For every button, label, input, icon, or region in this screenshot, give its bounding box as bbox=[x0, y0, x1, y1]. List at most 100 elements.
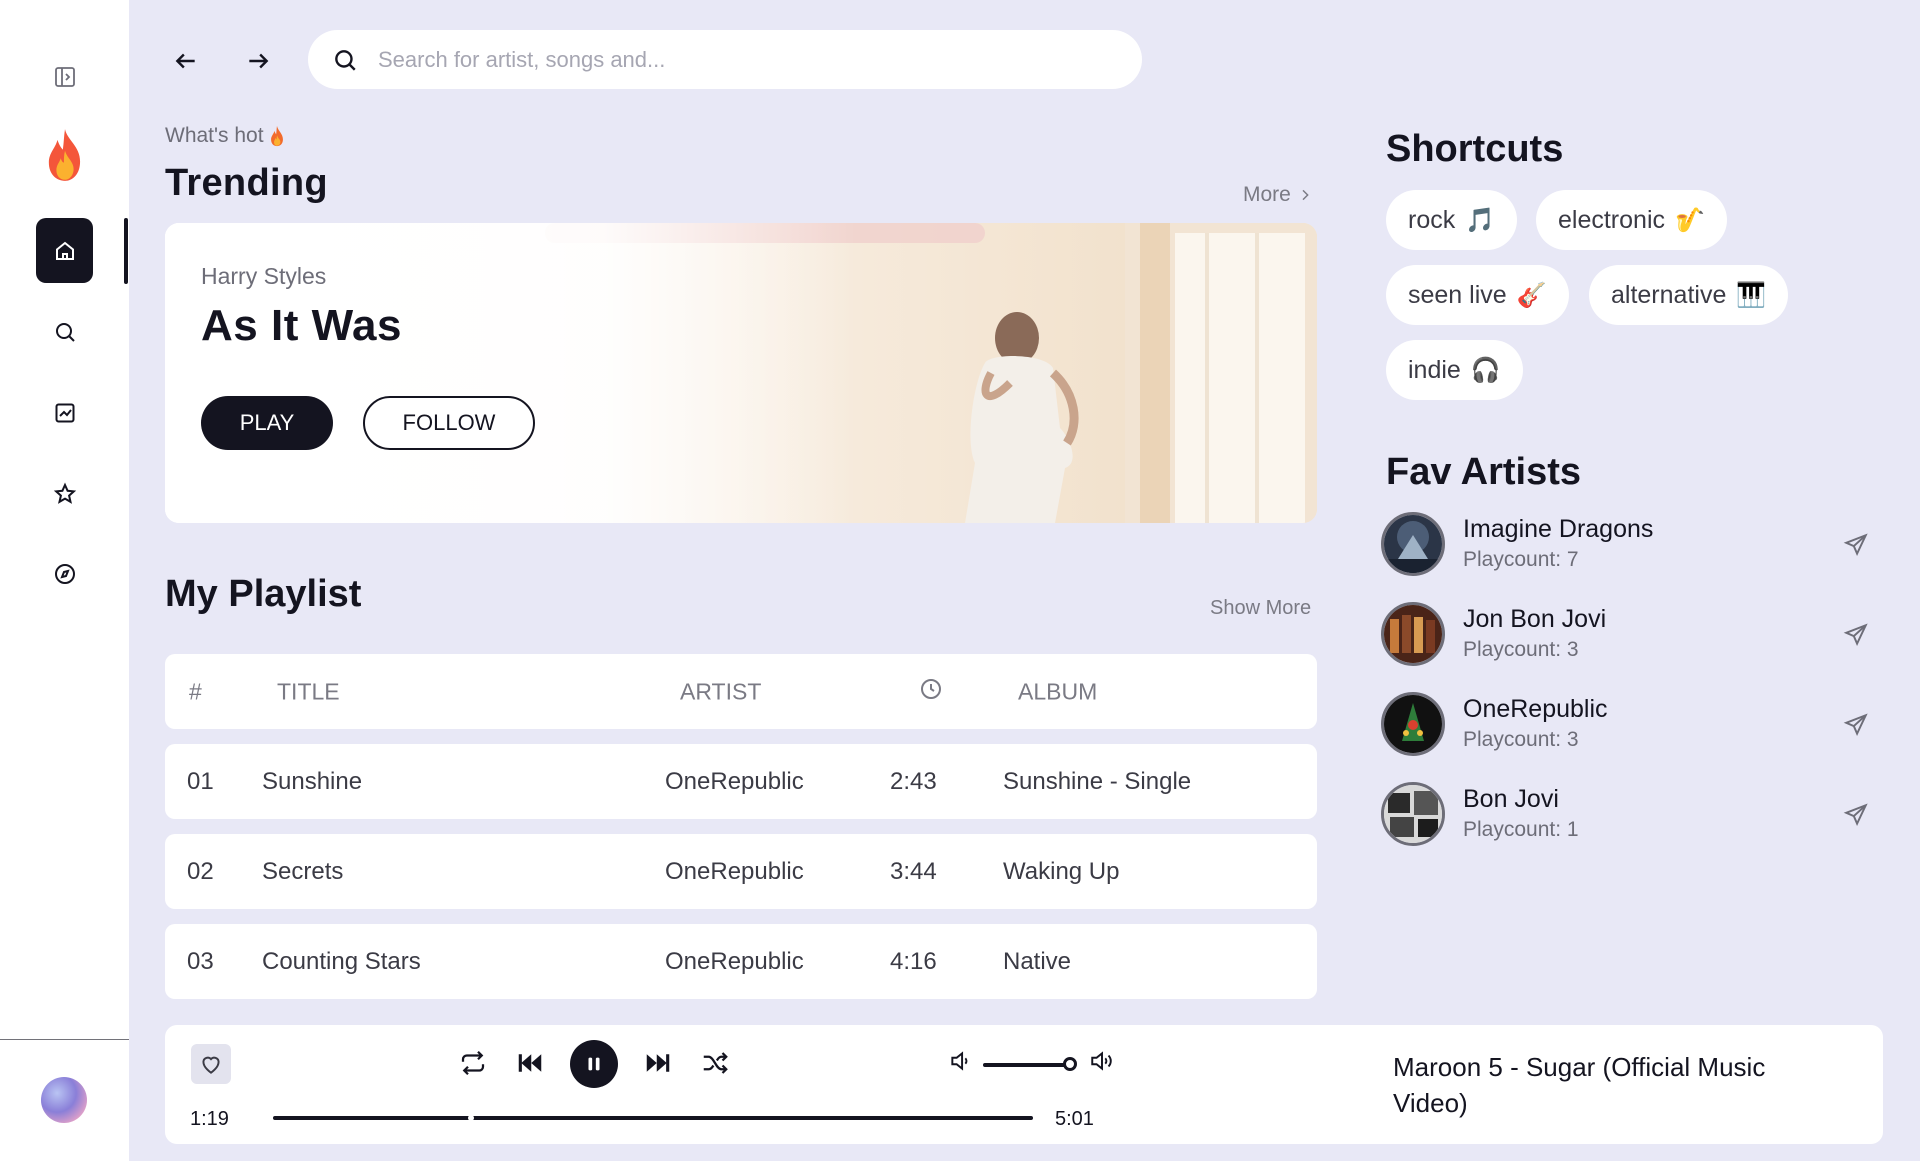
total-time: 5:01 bbox=[1055, 1108, 1094, 1130]
pause-icon bbox=[588, 1057, 600, 1071]
track-index: 01 bbox=[187, 767, 214, 795]
shortcut-chip-electronic[interactable]: electronic 🎷 bbox=[1536, 190, 1727, 250]
artist-avatar bbox=[1381, 782, 1445, 846]
table-row[interactable]: 02 Secrets OneRepublic 3:44 Waking Up bbox=[165, 834, 1317, 909]
volume-slider-track[interactable] bbox=[983, 1063, 1075, 1067]
player-bar: 1:19 5:01 Maroon 5 - Sugar (Official Mus… bbox=[165, 1025, 1883, 1144]
track-artist: OneRepublic bbox=[665, 947, 804, 975]
nav-search[interactable] bbox=[36, 299, 93, 364]
previous-button[interactable] bbox=[515, 1048, 545, 1078]
track-artist: OneRepublic bbox=[665, 857, 804, 885]
next-button[interactable] bbox=[643, 1048, 673, 1078]
track-title: Sunshine bbox=[262, 767, 363, 795]
piano-icon: 🎹 bbox=[1736, 281, 1767, 309]
send-icon[interactable] bbox=[1843, 712, 1869, 738]
send-icon[interactable] bbox=[1843, 532, 1869, 558]
artist-playcount: Playcount: 7 bbox=[1463, 548, 1579, 571]
artist-playcount: Playcount: 3 bbox=[1463, 638, 1579, 661]
artist-name: Imagine Dragons bbox=[1463, 515, 1654, 543]
volume-slider-handle[interactable] bbox=[1063, 1057, 1078, 1071]
track-album: Native bbox=[1003, 947, 1072, 975]
track-duration: 4:16 bbox=[890, 947, 937, 975]
hero-song-title: As It Was bbox=[201, 301, 402, 350]
back-button[interactable] bbox=[169, 44, 203, 78]
fav-artist-item[interactable]: OneRepublic Playcount: 3 bbox=[1381, 692, 1891, 760]
column-artist: ARTIST bbox=[680, 678, 762, 704]
shortcut-chip-alternative[interactable]: alternative 🎹 bbox=[1589, 265, 1789, 325]
table-row[interactable]: 03 Counting Stars OneRepublic 4:16 Nativ… bbox=[165, 924, 1317, 999]
flame-icon bbox=[270, 125, 283, 147]
active-nav-indicator bbox=[124, 218, 128, 284]
artist-cover-image bbox=[1384, 695, 1442, 753]
progress-bar[interactable] bbox=[273, 1116, 1033, 1120]
shortcut-chip-rock[interactable]: rock 🎵 bbox=[1386, 190, 1518, 250]
forward-button[interactable] bbox=[241, 44, 275, 78]
nav-favorites[interactable] bbox=[36, 461, 93, 526]
volume-low-icon bbox=[951, 1051, 968, 1071]
track-album: Waking Up bbox=[1003, 857, 1120, 885]
chip-label: alternative bbox=[1611, 280, 1727, 309]
search-input[interactable] bbox=[378, 46, 1078, 73]
search-icon bbox=[55, 322, 75, 342]
user-avatar[interactable] bbox=[41, 1077, 87, 1123]
shuffle-icon bbox=[703, 1052, 728, 1074]
track-index: 02 bbox=[187, 857, 214, 885]
volume-max-button[interactable] bbox=[1089, 1048, 1115, 1074]
pause-button[interactable] bbox=[570, 1040, 618, 1088]
more-link-label: More bbox=[1243, 183, 1291, 206]
shuffle-button[interactable] bbox=[700, 1048, 730, 1078]
fav-artists-heading: Fav Artists bbox=[1386, 451, 1581, 493]
heart-icon bbox=[202, 1056, 220, 1074]
fav-artist-item[interactable]: Jon Bon Jovi Playcount: 3 bbox=[1381, 602, 1891, 670]
table-row[interactable]: 01 Sunshine OneRepublic 2:43 Sunshine - … bbox=[165, 744, 1317, 819]
arrow-left-icon bbox=[175, 53, 195, 69]
star-icon bbox=[53, 482, 76, 504]
trending-more-link[interactable]: More bbox=[1243, 183, 1313, 207]
fav-artist-item[interactable]: Imagine Dragons Playcount: 7 bbox=[1381, 512, 1891, 580]
like-button[interactable] bbox=[191, 1044, 231, 1084]
sidebar-toggle-icon bbox=[54, 66, 75, 87]
shortcut-chip-indie[interactable]: indie 🎧 bbox=[1386, 340, 1523, 400]
headphones-icon: 🎧 bbox=[1470, 356, 1501, 384]
trending-hero-card[interactable]: Harry Styles As It Was PLAY FOLLOW bbox=[165, 223, 1317, 523]
whats-hot-label: What's hot bbox=[165, 124, 286, 148]
skip-forward-icon bbox=[646, 1054, 670, 1072]
now-playing-title: Maroon 5 - Sugar (Official Music Video) bbox=[1393, 1052, 1766, 1118]
column-album: ALBUM bbox=[1018, 678, 1098, 704]
follow-button[interactable]: FOLLOW bbox=[363, 396, 535, 450]
repeat-button[interactable] bbox=[458, 1048, 488, 1078]
send-icon[interactable] bbox=[1843, 622, 1869, 648]
send-icon[interactable] bbox=[1843, 802, 1869, 828]
artist-avatar bbox=[1381, 692, 1445, 756]
track-title: Secrets bbox=[262, 857, 344, 885]
fav-artist-item[interactable]: Bon Jovi Playcount: 1 bbox=[1381, 782, 1891, 850]
nav-home[interactable] bbox=[36, 218, 93, 283]
track-artist: OneRepublic bbox=[665, 767, 804, 795]
chip-label: rock bbox=[1408, 205, 1456, 234]
clock-icon bbox=[921, 678, 941, 699]
artist-name: OneRepublic bbox=[1463, 695, 1608, 723]
column-duration bbox=[919, 677, 943, 707]
track-duration: 2:43 bbox=[890, 767, 937, 795]
track-duration: 3:44 bbox=[890, 857, 937, 885]
artist-playcount: Playcount: 3 bbox=[1463, 728, 1579, 751]
sidebar-divider bbox=[0, 1039, 129, 1040]
playlist-show-more-link[interactable]: Show More bbox=[1210, 597, 1311, 620]
search-bar[interactable] bbox=[308, 30, 1142, 89]
skip-back-icon bbox=[518, 1054, 542, 1072]
artist-avatar bbox=[1381, 602, 1445, 666]
hero-artist-name: Harry Styles bbox=[201, 263, 327, 289]
toggle-sidebar-button[interactable] bbox=[36, 44, 93, 109]
artist-name: Bon Jovi bbox=[1463, 785, 1559, 813]
nav-discover[interactable] bbox=[36, 541, 93, 606]
nav-charts[interactable] bbox=[36, 380, 93, 445]
play-button[interactable]: PLAY bbox=[201, 396, 333, 450]
chip-label: seen live bbox=[1408, 280, 1507, 309]
hero-background-image bbox=[165, 223, 1317, 523]
progress-handle[interactable] bbox=[467, 1115, 474, 1121]
shortcut-chip-seen-live[interactable]: seen live 🎸 bbox=[1386, 265, 1569, 325]
mute-button[interactable] bbox=[948, 1048, 974, 1074]
current-time: 1:19 bbox=[190, 1108, 229, 1130]
home-icon bbox=[55, 241, 74, 260]
artist-cover-image bbox=[1384, 785, 1442, 843]
